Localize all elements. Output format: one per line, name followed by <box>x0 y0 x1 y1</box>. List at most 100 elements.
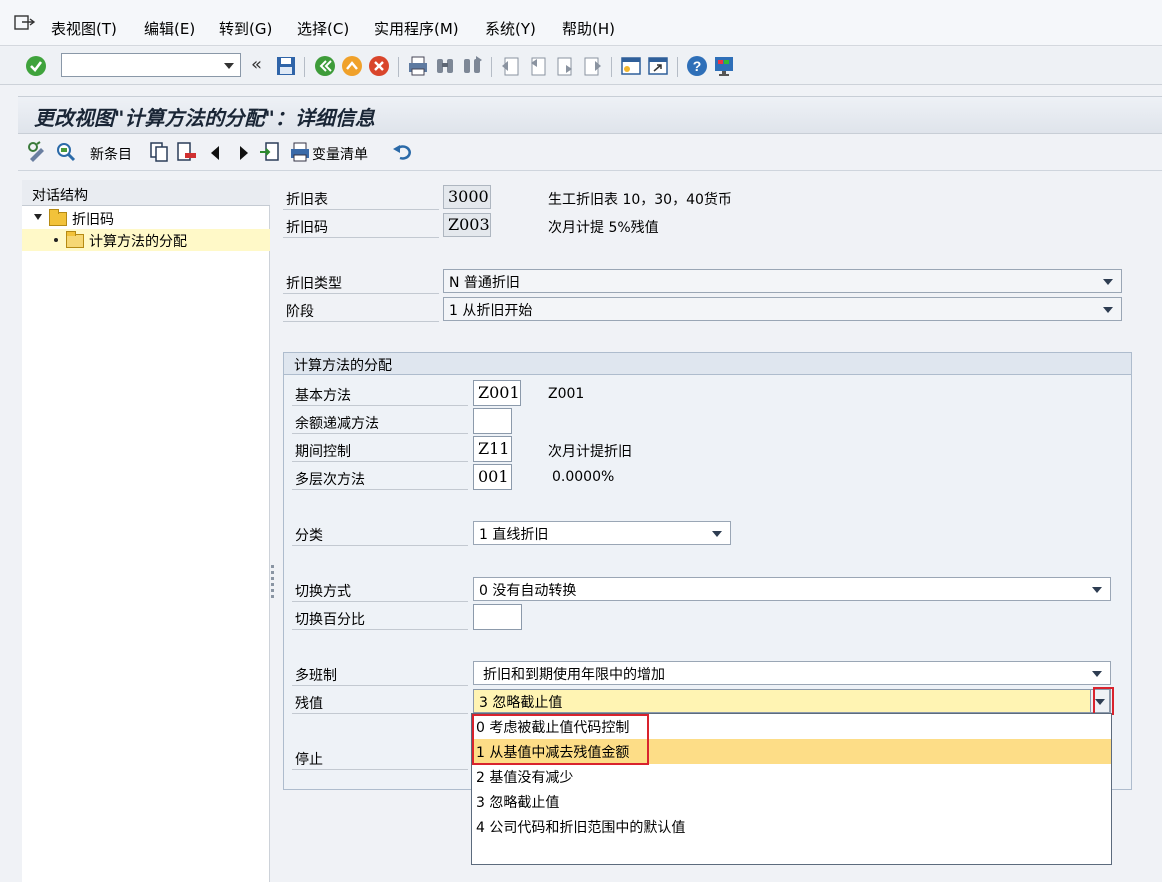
menu-selection[interactable]: 选择(C) <box>297 18 349 39</box>
help-icon[interactable]: ? <box>686 55 708 77</box>
multishift-select[interactable]: 折旧和到期使用年限中的增加 <box>473 661 1111 685</box>
field-underline <box>292 433 468 434</box>
separator <box>677 57 678 77</box>
copy-as-icon[interactable] <box>148 141 170 163</box>
annotation-highlight-box <box>472 714 649 765</box>
save-icon[interactable] <box>275 55 297 77</box>
next-page-icon[interactable] <box>554 55 576 77</box>
period-control-input[interactable]: Z11 <box>473 436 512 462</box>
chevron-down-icon[interactable] <box>1092 587 1102 593</box>
other-entry-icon[interactable] <box>55 141 77 163</box>
open-folder-icon <box>66 231 84 248</box>
separator <box>398 57 399 77</box>
menu-bar: 表视图(T) 编辑(E) 转到(G) 选择(C) 实用程序(M) 系统(Y) 帮… <box>0 0 1162 46</box>
changeover-method-select[interactable]: 0 没有自动转换 <box>473 577 1111 601</box>
field-underline <box>283 321 439 322</box>
class-select[interactable]: 1 直线折旧 <box>473 521 731 545</box>
changeover-method-label: 切换方式 <box>295 584 351 600</box>
phase-label: 阶段 <box>286 304 314 320</box>
group-header: 计算方法的分配 <box>284 353 1131 375</box>
base-method-description: Z001 <box>548 386 585 402</box>
dropdown-option[interactable]: 4 公司代码和折旧范围中的默认值 <box>472 814 1111 839</box>
dialog-structure-header: 对话结构 <box>22 180 270 206</box>
dep-table-description: 生工折旧表 10，30，40货币 <box>548 192 732 208</box>
next-entry-icon[interactable] <box>232 142 254 164</box>
class-label: 分类 <box>295 528 323 544</box>
field-underline <box>292 489 468 490</box>
declining-method-label: 余额递减方法 <box>295 416 379 432</box>
find-icon[interactable] <box>434 55 456 77</box>
residual-value: 3 忽略截止值 <box>479 695 563 711</box>
splitter-handle[interactable] <box>271 565 275 605</box>
select-all-icon[interactable] <box>259 141 281 163</box>
annotation-highlight-box <box>1093 687 1114 715</box>
command-field[interactable] <box>61 53 241 77</box>
variable-list-button[interactable]: 变量清单 <box>312 144 368 164</box>
shortcut-icon[interactable] <box>647 55 669 77</box>
residual-value-label: 残值 <box>295 696 323 712</box>
changeover-pct-input[interactable] <box>473 604 522 630</box>
dropdown-option[interactable]: 2 基值没有减少 <box>472 764 1111 789</box>
dep-key-field: Z003 <box>443 213 491 237</box>
chevron-down-icon[interactable] <box>224 63 234 69</box>
cancel-icon[interactable] <box>368 55 390 77</box>
dropdown-option[interactable]: 3 忽略截止值 <box>472 789 1111 814</box>
chevron-down-icon[interactable] <box>1103 279 1113 285</box>
back-icon[interactable] <box>314 55 336 77</box>
menu-edit[interactable]: 编辑(E) <box>144 18 195 39</box>
dep-type-label: 折旧类型 <box>286 276 342 292</box>
delete-icon[interactable] <box>175 141 197 163</box>
field-underline <box>292 405 468 406</box>
previous-page-icon[interactable] <box>527 55 549 77</box>
field-underline <box>292 601 468 602</box>
field-underline <box>292 713 468 714</box>
first-page-icon[interactable] <box>500 55 522 77</box>
changeover-pct-label: 切换百分比 <box>295 612 365 628</box>
create-session-icon[interactable] <box>620 55 642 77</box>
find-next-icon[interactable] <box>461 55 483 77</box>
menu-help[interactable]: 帮助(H) <box>562 18 615 39</box>
previous-entry-icon[interactable] <box>205 142 227 164</box>
undo-icon[interactable] <box>392 141 414 163</box>
base-method-label: 基本方法 <box>295 388 351 404</box>
field-underline <box>292 769 468 770</box>
menu-utilities[interactable]: 实用程序(M) <box>374 18 459 39</box>
enter-icon[interactable] <box>25 55 47 77</box>
chevron-down-icon[interactable] <box>1103 307 1113 313</box>
multishift-label: 多班制 <box>295 668 337 684</box>
last-page-icon[interactable] <box>581 55 603 77</box>
dep-table-label: 折旧表 <box>286 192 328 208</box>
customize-layout-icon[interactable] <box>713 55 735 77</box>
menu-icon[interactable] <box>14 14 36 32</box>
menu-system[interactable]: 系统(Y) <box>485 18 536 39</box>
dialog-structure-title: 对话结构 <box>32 188 88 204</box>
multilevel-method-label: 多层次方法 <box>295 472 365 488</box>
base-method-input[interactable]: Z001 <box>473 380 521 406</box>
tree-node-label: 折旧码 <box>72 212 114 228</box>
stop-label: 停止 <box>295 752 323 768</box>
bullet-icon <box>54 238 58 242</box>
multilevel-method-input[interactable]: 001 <box>473 464 512 490</box>
changeover-method-value: 0 没有自动转换 <box>479 583 577 599</box>
dep-type-select[interactable]: N 普通折旧 <box>443 269 1122 293</box>
exit-icon[interactable] <box>341 55 363 77</box>
separator <box>611 57 612 77</box>
print-icon[interactable] <box>407 55 429 77</box>
chevron-down-icon[interactable] <box>712 531 722 537</box>
menu-table-view[interactable]: 表视图(T) <box>51 18 117 39</box>
field-underline <box>292 461 468 462</box>
residual-value-select[interactable]: 3 忽略截止值 <box>473 689 1111 713</box>
declining-method-input[interactable] <box>473 408 512 434</box>
new-entries-button[interactable]: 新条目 <box>90 144 132 164</box>
collapse-icon[interactable]: « <box>251 54 262 75</box>
phase-select[interactable]: 1 从折旧开始 <box>443 297 1122 321</box>
expand-icon[interactable] <box>34 214 42 220</box>
tree-node-calc-method-assignment[interactable]: 计算方法的分配 <box>22 229 270 251</box>
chevron-down-icon[interactable] <box>1092 671 1102 677</box>
print-icon[interactable] <box>289 141 311 163</box>
field-underline <box>292 685 468 686</box>
display-change-icon[interactable] <box>27 141 49 163</box>
menu-goto[interactable]: 转到(G) <box>219 18 272 39</box>
folder-icon <box>49 209 67 226</box>
tree-node-dep-key[interactable]: 折旧码 <box>22 207 270 229</box>
